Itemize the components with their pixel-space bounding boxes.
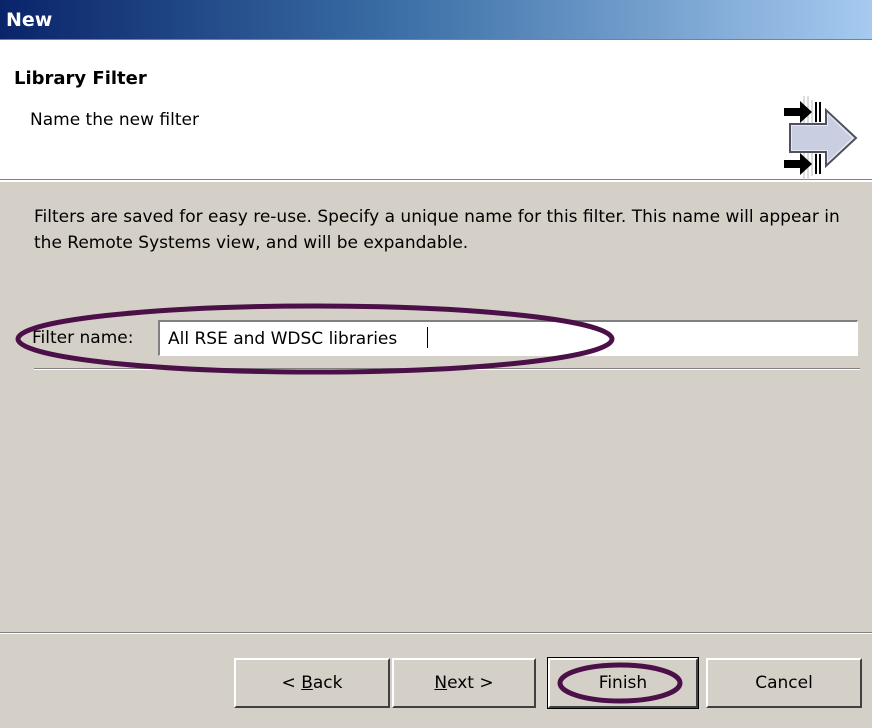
filter-name-label: Filter name:: [32, 328, 134, 348]
button-bar-separator: [0, 632, 872, 634]
new-filter-wizard-icon: [784, 96, 858, 180]
next-button[interactable]: Next >: [392, 658, 536, 708]
next-button-mnemonic: N: [434, 673, 448, 693]
page-title: Library Filter: [14, 68, 147, 89]
filter-name-input[interactable]: [158, 320, 858, 356]
next-button-suffix: ext >: [447, 673, 494, 693]
finish-button[interactable]: Finish: [547, 657, 699, 709]
window-title: New: [6, 9, 53, 31]
content-separator: [34, 368, 860, 370]
finish-button-label: Finish: [598, 673, 648, 693]
back-button[interactable]: < Back: [234, 658, 390, 708]
page-description: Name the new filter: [30, 110, 199, 130]
back-button-mnemonic: B: [301, 673, 313, 693]
cancel-button-label: Cancel: [755, 673, 813, 693]
text-caret: [427, 327, 428, 348]
cancel-button[interactable]: Cancel: [706, 658, 862, 708]
back-button-prefix: <: [281, 673, 302, 693]
back-button-suffix: ack: [312, 673, 343, 693]
wizard-header: Library Filter Name the new filter: [0, 40, 872, 180]
filter-description: Filters are saved for easy re-use. Speci…: [34, 207, 840, 253]
header-divider: [0, 180, 872, 182]
title-bar: New: [0, 0, 872, 40]
